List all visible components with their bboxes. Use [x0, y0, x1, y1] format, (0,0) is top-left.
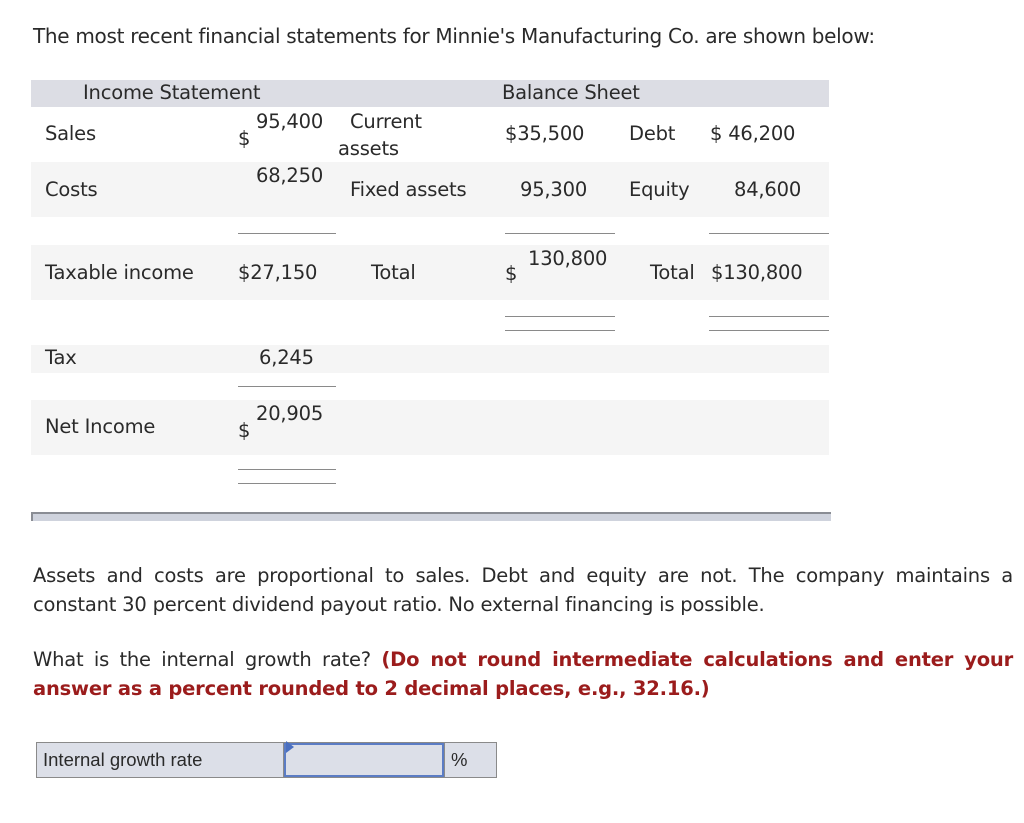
tax-label: Tax [45, 346, 77, 369]
answer-input-wrapper [284, 741, 444, 777]
internal-growth-rate-label: Internal growth rate [37, 743, 284, 777]
sales-value: 95,400 [256, 110, 324, 133]
net-income-double-underline-top [238, 469, 336, 470]
income-statement-header: Income Statement [83, 81, 261, 104]
row-band-tax [31, 345, 829, 373]
current-assets-label-line1: Current [350, 110, 422, 133]
costs-value: 68,250 [256, 164, 324, 187]
liabilities-total-double-underline-top [709, 316, 829, 317]
question-text: What is the internal growth rate? [33, 648, 371, 671]
debt-label: Debt [629, 122, 676, 145]
debt-value: $ 46,200 [710, 122, 796, 145]
table-bottom-border [31, 512, 831, 521]
fixed-assets-label: Fixed assets [350, 178, 467, 201]
current-assets-value: $35,500 [505, 122, 585, 145]
taxable-income-value: $27,150 [238, 261, 318, 284]
costs-label: Costs [45, 178, 98, 201]
equity-value: 84,600 [734, 178, 802, 201]
costs-underline [238, 233, 336, 234]
intro-text: The most recent financial statements for… [33, 24, 875, 48]
taxable-income-label: Taxable income [45, 261, 194, 284]
internal-growth-rate-input[interactable] [284, 743, 444, 777]
liabilities-underline [709, 233, 829, 234]
net-income-double-underline-bottom [238, 483, 336, 484]
assets-underline [505, 233, 615, 234]
current-assets-label-line2: assets [338, 137, 399, 160]
equity-label: Equity [629, 178, 690, 201]
net-income-value: 20,905 [256, 402, 324, 425]
net-income-currency: $ [238, 419, 251, 442]
answer-row: Internal growth rate % [36, 741, 497, 778]
percent-unit-label: % [444, 743, 496, 777]
problem-description: Assets and costs are proportional to sal… [33, 564, 1013, 616]
assets-total-double-underline-bottom [505, 330, 615, 331]
tax-underline [238, 386, 336, 387]
sales-currency: $ [238, 127, 251, 150]
net-income-label: Net Income [45, 415, 156, 438]
assets-total-value: 130,800 [528, 247, 608, 270]
liabilities-total-label: Total [650, 261, 695, 284]
question: What is the internal growth rate? (Do no… [33, 645, 1013, 703]
assets-total-label: Total [371, 261, 416, 284]
assets-total-double-underline-top [505, 316, 615, 317]
liabilities-total-double-underline-bottom [709, 330, 829, 331]
tax-value: 6,245 [259, 346, 314, 369]
assets-total-currency: $ [505, 262, 518, 285]
liabilities-total-value: $130,800 [711, 261, 803, 284]
balance-sheet-header: Balance Sheet [502, 81, 640, 104]
fixed-assets-value: 95,300 [520, 178, 588, 201]
sales-label: Sales [45, 122, 96, 145]
input-flag-icon [286, 741, 294, 753]
